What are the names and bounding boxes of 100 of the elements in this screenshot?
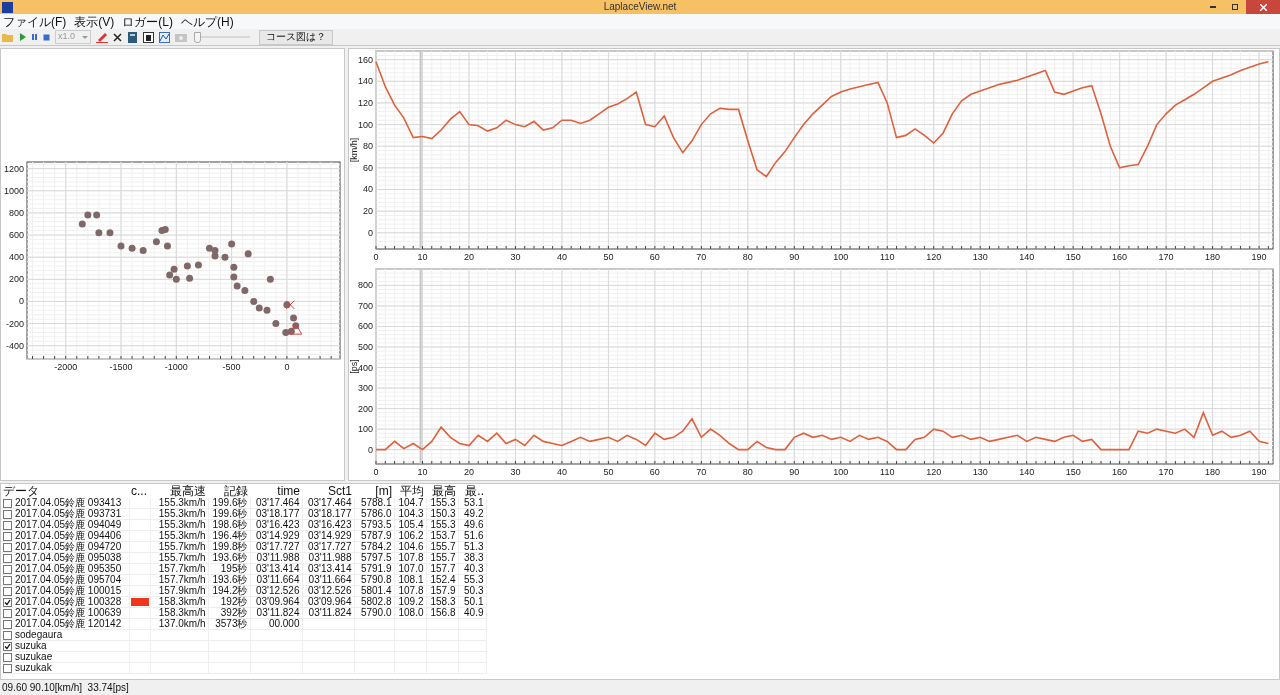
tick-label: 40: [556, 467, 567, 477]
table-cell: 194.2秒: [212, 585, 248, 596]
tick-label: 30: [510, 252, 521, 262]
tick-label: 110: [880, 252, 895, 262]
table-cell: 199.8秒: [212, 541, 248, 552]
table-cell: 5786.0: [360, 508, 392, 519]
axis-label: [km/h]: [349, 137, 359, 163]
table-cell: 199.6秒: [212, 508, 248, 519]
tick-label: 140: [1019, 467, 1035, 477]
tick-label: 160: [1112, 467, 1128, 477]
table-cell: 195秒: [220, 563, 248, 574]
table-cell: 104.3: [398, 508, 424, 519]
tick-label: 110: [880, 467, 895, 477]
tick-label: 90: [789, 252, 800, 262]
tick-label: 20: [463, 252, 474, 262]
tick-label: 100: [833, 252, 849, 262]
table-cell: 03'13.414: [307, 563, 352, 574]
table-cell: 104.7: [398, 497, 424, 508]
tick-label: 10: [417, 467, 428, 477]
tick-label: -1000: [164, 362, 188, 372]
table-cell: 03'17.727: [307, 541, 352, 552]
tick-label: 800: [357, 280, 373, 291]
table-cell: 106.2: [398, 530, 424, 541]
table-cell: 193.6秒: [212, 574, 248, 585]
tick-label: 130: [972, 252, 988, 262]
table-cell: 105.4: [398, 519, 424, 530]
tick-label: 60: [649, 252, 660, 262]
table-cell: 5788.1: [360, 497, 392, 508]
table-cell: 155.3: [430, 497, 456, 508]
table-cell: 107.8: [398, 585, 424, 596]
table-cell: 5790.0: [360, 607, 392, 618]
table-cell: 155.3km/h: [158, 530, 206, 541]
table-cell: 155.3km/h: [158, 508, 206, 519]
tick-label: 80: [742, 252, 753, 262]
tick-label: 30: [510, 467, 521, 477]
tick-label: 600: [8, 230, 24, 241]
table-cell: 5784.2: [360, 541, 392, 552]
tick-label: 170: [1158, 467, 1174, 477]
table-cell: 5793.5: [360, 519, 392, 530]
tick-label: -500: [222, 362, 241, 372]
table-cell: 150.3: [430, 508, 456, 519]
table-cell: 155.3km/h: [158, 519, 206, 530]
tick-label: 0: [368, 444, 373, 455]
table-cell: 107.0: [398, 563, 424, 574]
table-cell: 157.9: [430, 585, 456, 596]
table-cell: 50.1: [464, 596, 484, 607]
tick-label: 190: [1251, 252, 1267, 262]
table-cell: 196.4秒: [212, 530, 248, 541]
table-cell: 03'12.526: [255, 585, 300, 596]
table-cell: 03'11.664: [308, 574, 352, 585]
table-cell: 03'12.526: [307, 585, 352, 596]
tick-label: 500: [357, 342, 373, 352]
table-cell: 03'18.177: [255, 508, 300, 519]
tick-label: 40: [556, 252, 567, 262]
table-cell: 03'18.177: [307, 508, 352, 519]
table-cell: 51.6: [464, 530, 484, 541]
table-cell: 5790.8: [360, 574, 392, 585]
tick-label: 200: [8, 274, 24, 285]
tick-label: 160: [357, 54, 373, 65]
tick-label: 20: [463, 467, 474, 477]
tick-label: 130: [972, 467, 988, 477]
table-cell: 192秒: [220, 596, 248, 607]
table-cell: 03'13.414: [255, 563, 300, 574]
table-cell: 03'17.464: [307, 497, 352, 508]
table-cell: 03'09.964: [307, 596, 352, 607]
tick-label: 120: [926, 252, 942, 262]
tick-label: 0: [373, 252, 379, 262]
table-cell: 50.3: [464, 585, 484, 596]
table-cell: 108.0: [398, 607, 424, 618]
tick-label: 1000: [3, 185, 24, 196]
table-cell: 49.6: [464, 519, 484, 530]
table-cell: 5802.8: [360, 596, 392, 607]
table-cell: 153.7: [430, 530, 456, 541]
table-cell: 03'17.464: [255, 497, 300, 508]
table-cell: 104.6: [398, 541, 424, 552]
tick-label: -1500: [109, 362, 133, 372]
tick-label: 10: [417, 252, 428, 262]
table-cell: 158.3km/h: [158, 607, 206, 618]
table-cell: 137.0km/h: [158, 618, 206, 629]
tick-label: -200: [6, 318, 24, 329]
table-cell: 157.7: [430, 563, 456, 574]
tick-label: -2000: [54, 362, 78, 372]
tick-label: 0: [284, 362, 290, 372]
tick-label: 0: [19, 296, 24, 307]
tick-label: 180: [1205, 467, 1221, 477]
tick-label: -400: [6, 340, 24, 351]
table-cell: 107.8: [398, 552, 424, 563]
tick-label: 100: [833, 467, 849, 477]
table-cell: 5797.5: [360, 552, 392, 563]
table-cell: 03'16.423: [255, 519, 300, 530]
table-cell: 108.1: [398, 574, 424, 585]
tick-label: 50: [603, 467, 614, 477]
tick-label: 140: [1019, 252, 1035, 262]
tick-label: 100: [357, 424, 373, 435]
table-cell: 157.7km/h: [158, 563, 206, 574]
tick-label: 80: [363, 141, 373, 152]
tick-label: 700: [357, 300, 373, 311]
table-cell: 53.1: [464, 497, 484, 508]
tick-label: 70: [696, 252, 707, 262]
table-cell: 03'17.727: [255, 541, 300, 552]
